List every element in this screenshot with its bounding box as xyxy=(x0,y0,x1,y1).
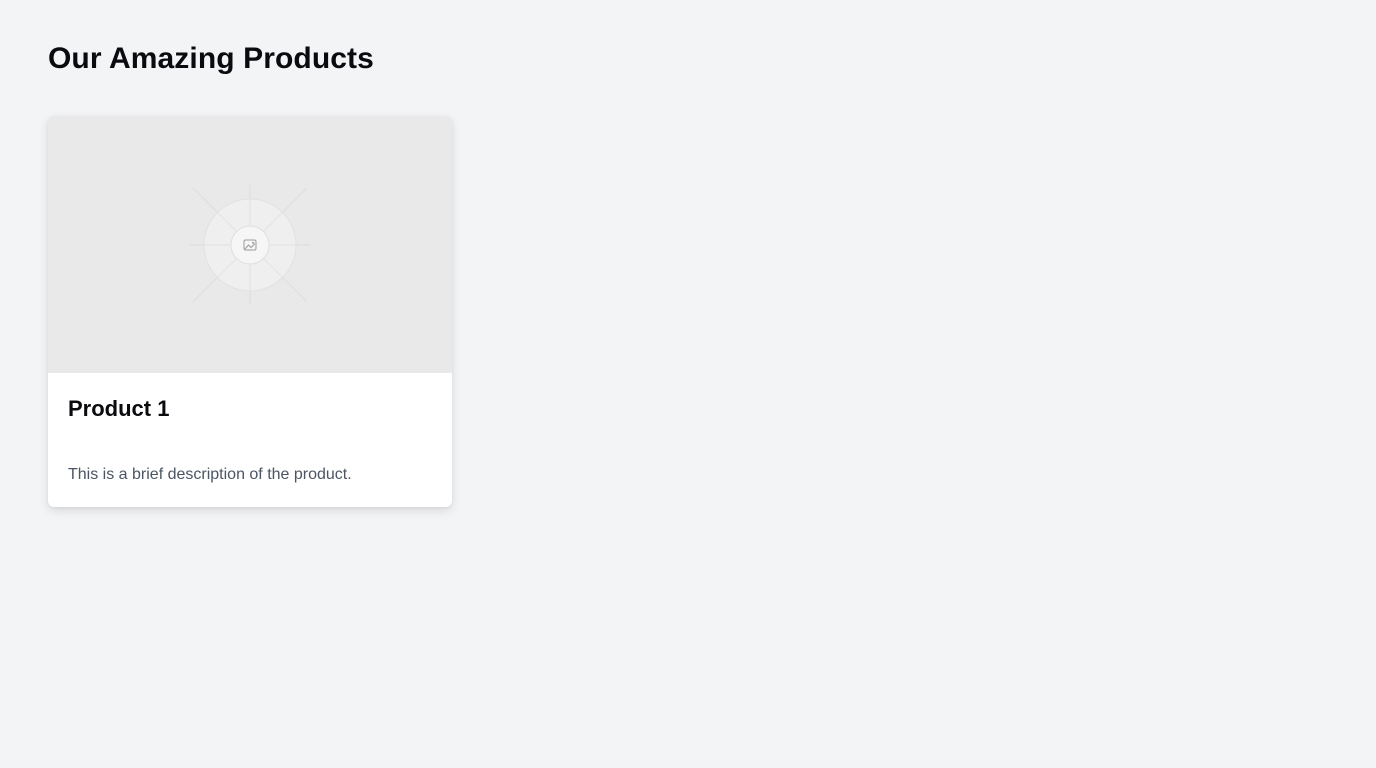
product-card[interactable]: Product 1 This is a brief description of… xyxy=(48,116,452,507)
page: Our Amazing Products Product 1 This is a… xyxy=(0,0,1376,768)
product-description: This is a brief description of the produ… xyxy=(68,466,352,483)
product-name: Product 1 xyxy=(68,396,170,421)
product-grid: Product 1 This is a brief description of… xyxy=(48,116,1328,507)
image-placeholder-icon xyxy=(190,184,310,305)
product-image-placeholder xyxy=(48,116,452,373)
page-title: Our Amazing Products xyxy=(48,42,374,75)
product-card-body: Product 1 This is a brief description of… xyxy=(48,373,452,507)
